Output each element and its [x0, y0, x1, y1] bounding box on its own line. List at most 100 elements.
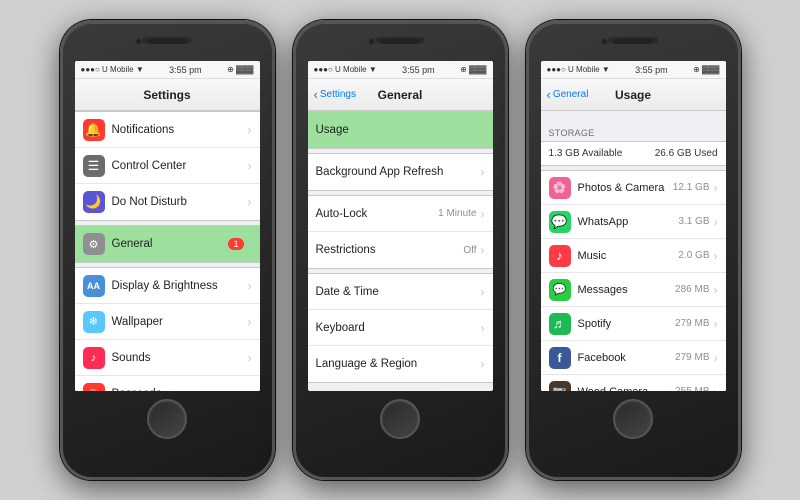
row-auto-lock[interactable]: Auto-Lock 1 Minute › — [308, 196, 493, 232]
back-label-2: Settings — [320, 89, 356, 100]
general-icon: ⚙ — [83, 233, 105, 255]
status-bar-1: ●●●○ U Mobile ▼ 3:55 pm ⊕ ▓▓▓ — [75, 61, 260, 79]
row-keyboard[interactable]: Keyboard › — [308, 310, 493, 346]
notifications-label: Notifications — [112, 124, 248, 136]
row-restrictions[interactable]: Restrictions Off › — [308, 232, 493, 268]
chevron-datetime: › — [481, 285, 485, 299]
row-general[interactable]: ⚙ General 1 › — [75, 226, 260, 262]
storage-available: 1.3 GB Available — [549, 148, 623, 159]
settings-group-1-3: AA Display & Brightness › ❄ Wallpaper › … — [75, 267, 260, 391]
app-list: 🌸 Photos & Camera 12.1 GB › 💬 WhatsApp 3… — [541, 170, 726, 391]
control-center-label: Control Center — [112, 160, 248, 172]
app-row-woodcamera[interactable]: 📷 Wood Camera 255 MB › — [541, 375, 726, 391]
back-chevron-3: ‹ — [547, 88, 551, 101]
phone-1-home[interactable] — [147, 399, 187, 439]
status-bar-2: ●●●○ U Mobile ▼ 3:55 pm ⊕ ▓▓▓ — [308, 61, 493, 79]
app-row-messages[interactable]: 💬 Messages 286 MB › — [541, 273, 726, 307]
app-row-spotify[interactable]: ♬ Spotify 279 MB › — [541, 307, 726, 341]
chevron-keyboard: › — [481, 321, 485, 335]
phone-3-camera — [601, 38, 608, 45]
facebook-size: 279 MB — [675, 352, 709, 363]
row-bg-refresh[interactable]: Background App Refresh › — [308, 154, 493, 190]
phone-camera — [135, 38, 142, 45]
settings-list-2: Usage › Background App Refresh › Auto-Lo… — [308, 111, 493, 387]
chevron-bg-refresh: › — [481, 165, 485, 179]
auto-lock-value: 1 Minute — [438, 208, 476, 219]
phone-2-camera — [368, 38, 375, 45]
back-label-3: General — [553, 89, 589, 100]
row-dnd[interactable]: 🌙 Do Not Disturb › — [75, 184, 260, 220]
restrictions-value: Off — [463, 245, 476, 256]
app-row-facebook[interactable]: f Facebook 279 MB › — [541, 341, 726, 375]
chevron-notifications: › — [248, 123, 252, 137]
phone-3-home[interactable] — [613, 399, 653, 439]
chevron-usage: › — [481, 123, 485, 137]
chevron-auto-lock: › — [481, 207, 485, 221]
time-2: 3:55 pm — [402, 65, 435, 75]
phone-2-home[interactable] — [380, 399, 420, 439]
phone-speaker — [147, 39, 187, 44]
usage-screen: STORAGE 1.3 GB Available 26.6 GB Used 🌸 … — [541, 111, 726, 391]
back-chevron-2: ‹ — [314, 88, 318, 101]
phone-1: ●●●○ U Mobile ▼ 3:55 pm ⊕ ▓▓▓ Settings 🔔… — [60, 20, 275, 480]
passcode-icon: 🔒 — [83, 383, 105, 391]
control-center-icon: ☰ — [83, 155, 105, 177]
row-control-center[interactable]: ☰ Control Center › — [75, 148, 260, 184]
row-brightness[interactable]: AA Display & Brightness › — [75, 268, 260, 304]
app-row-photos[interactable]: 🌸 Photos & Camera 12.1 GB › — [541, 171, 726, 205]
spotify-name: Spotify — [578, 318, 676, 330]
bg-refresh-label: Background App Refresh — [316, 166, 481, 178]
row-usage[interactable]: Usage › — [308, 112, 493, 148]
spotify-size: 279 MB — [675, 318, 709, 329]
woodcamera-name: Wood Camera — [578, 386, 676, 392]
time-1: 3:55 pm — [169, 65, 202, 75]
nav-title-1: Settings — [143, 88, 190, 102]
usage-label: Usage — [316, 124, 481, 136]
chevron-passcode: › — [248, 387, 252, 391]
wallpaper-label: Wallpaper — [112, 316, 248, 328]
settings-group-1-1: 🔔 Notifications › ☰ Control Center › 🌙 D… — [75, 111, 260, 221]
facebook-icon: f — [549, 347, 571, 369]
messages-icon: 💬 — [549, 279, 571, 301]
row-wallpaper[interactable]: ❄ Wallpaper › — [75, 304, 260, 340]
app-row-music[interactable]: ♪ Music 2.0 GB › — [541, 239, 726, 273]
status-bar-3: ●●●○ U Mobile ▼ 3:55 pm ⊕ ▓▓▓ — [541, 61, 726, 79]
music-size: 2.0 GB — [678, 250, 709, 261]
chevron-language: › — [481, 357, 485, 371]
dnd-label: Do Not Disturb — [112, 196, 248, 208]
brightness-icon: AA — [83, 275, 105, 297]
photos-icon: 🌸 — [549, 177, 571, 199]
group-2-3: Auto-Lock 1 Minute › Restrictions Off › — [308, 195, 493, 269]
row-notifications[interactable]: 🔔 Notifications › — [75, 112, 260, 148]
storage-info: 1.3 GB Available 26.6 GB Used — [541, 141, 726, 166]
sounds-label: Sounds — [112, 352, 248, 364]
row-datetime[interactable]: Date & Time › — [308, 274, 493, 310]
row-sounds[interactable]: ♪ Sounds › — [75, 340, 260, 376]
general-badge: 1 — [228, 238, 243, 250]
nav-bar-3: ‹ General Usage — [541, 79, 726, 111]
nav-bar-1: Settings — [75, 79, 260, 111]
photos-name: Photos & Camera — [578, 182, 673, 194]
back-button-3[interactable]: ‹ General — [547, 89, 589, 101]
row-passcode[interactable]: 🔒 Passcode › — [75, 376, 260, 391]
restrictions-label: Restrictions — [316, 244, 464, 256]
app-row-whatsapp[interactable]: 💬 WhatsApp 3.1 GB › — [541, 205, 726, 239]
phone-2-screen: ●●●○ U Mobile ▼ 3:55 pm ⊕ ▓▓▓ ‹ Settings… — [308, 61, 493, 391]
settings-group-1-2: ⚙ General 1 › — [75, 225, 260, 263]
back-button-2[interactable]: ‹ Settings — [314, 89, 356, 101]
chevron-sounds: › — [248, 351, 252, 365]
wallpaper-icon: ❄ — [83, 311, 105, 333]
phone-3: ●●●○ U Mobile ▼ 3:55 pm ⊕ ▓▓▓ ‹ General … — [526, 20, 741, 480]
chevron-restrictions: › — [481, 243, 485, 257]
status-icons-2: ⊕ ▓▓▓ — [460, 65, 486, 74]
music-icon: ♪ — [549, 245, 571, 267]
auto-lock-label: Auto-Lock — [316, 208, 439, 220]
messages-name: Messages — [578, 284, 676, 296]
whatsapp-name: WhatsApp — [578, 216, 679, 228]
datetime-label: Date & Time — [316, 286, 481, 298]
passcode-label: Passcode — [112, 388, 248, 391]
music-name: Music — [578, 250, 679, 262]
row-language[interactable]: Language & Region › — [308, 346, 493, 382]
status-icons-3: ⊕ ▓▓▓ — [693, 65, 719, 74]
chevron-brightness: › — [248, 279, 252, 293]
